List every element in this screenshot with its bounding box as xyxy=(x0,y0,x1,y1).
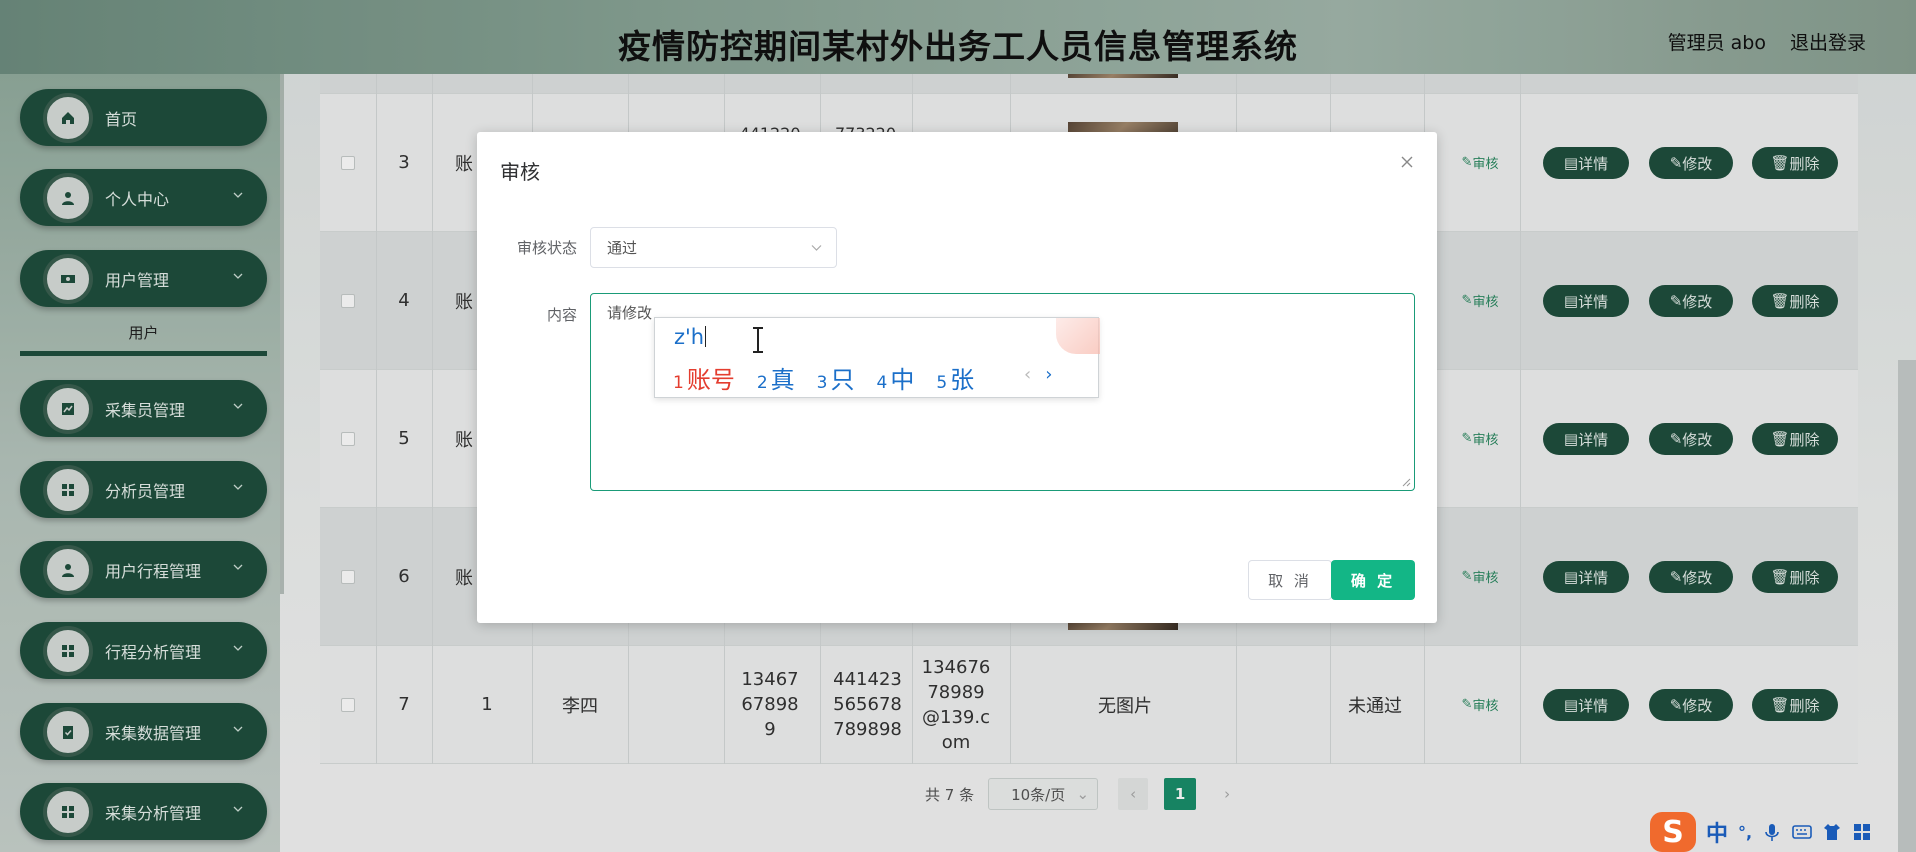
skin-shirt-icon[interactable] xyxy=(1822,822,1842,842)
ime-composition: z'h xyxy=(674,325,707,349)
ime-logo-watermark xyxy=(1056,318,1100,354)
ime-punct-indicator[interactable]: °, xyxy=(1738,823,1752,842)
ime-logo[interactable]: S xyxy=(1650,812,1696,852)
keyboard-icon[interactable] xyxy=(1792,822,1812,842)
text-caret xyxy=(705,326,707,347)
content-label: 内容 xyxy=(546,306,577,324)
ime-candidates: 1 账号 2真 3只 4中 5张 xyxy=(673,360,996,395)
ime-mode-indicator[interactable]: 中 xyxy=(1706,816,1728,848)
dialog-title: 审核 xyxy=(500,160,540,184)
status-select[interactable]: 通过 xyxy=(590,227,837,268)
chevron-down-icon xyxy=(811,245,822,251)
text-cursor-icon xyxy=(753,327,763,353)
ime-candidate[interactable]: 4中 xyxy=(876,360,914,395)
cancel-button[interactable]: 取 消 xyxy=(1248,560,1332,600)
microphone-icon[interactable] xyxy=(1762,822,1782,842)
confirm-button[interactable]: 确 定 xyxy=(1331,560,1415,600)
ime-candidate[interactable]: 3只 xyxy=(817,360,855,395)
ime-next-page[interactable]: › xyxy=(1045,364,1052,385)
close-icon[interactable] xyxy=(1399,154,1415,170)
ime-candidate-window: z'h 1 账号 2真 3只 4中 5张 ‹ › xyxy=(654,317,1100,398)
resize-handle-icon[interactable] xyxy=(1401,477,1411,487)
ime-page-controls: ‹ › xyxy=(1024,364,1052,385)
ime-candidate[interactable]: 5张 xyxy=(936,360,974,395)
toolbox-grid-icon[interactable] xyxy=(1852,822,1872,842)
ime-candidate[interactable]: 2真 xyxy=(757,360,795,395)
status-label: 审核状态 xyxy=(516,239,577,257)
ime-candidate[interactable]: 1 账号 xyxy=(673,360,735,395)
ime-status-bar: S 中 °, xyxy=(1650,812,1916,852)
ime-prev-page[interactable]: ‹ xyxy=(1024,364,1031,385)
